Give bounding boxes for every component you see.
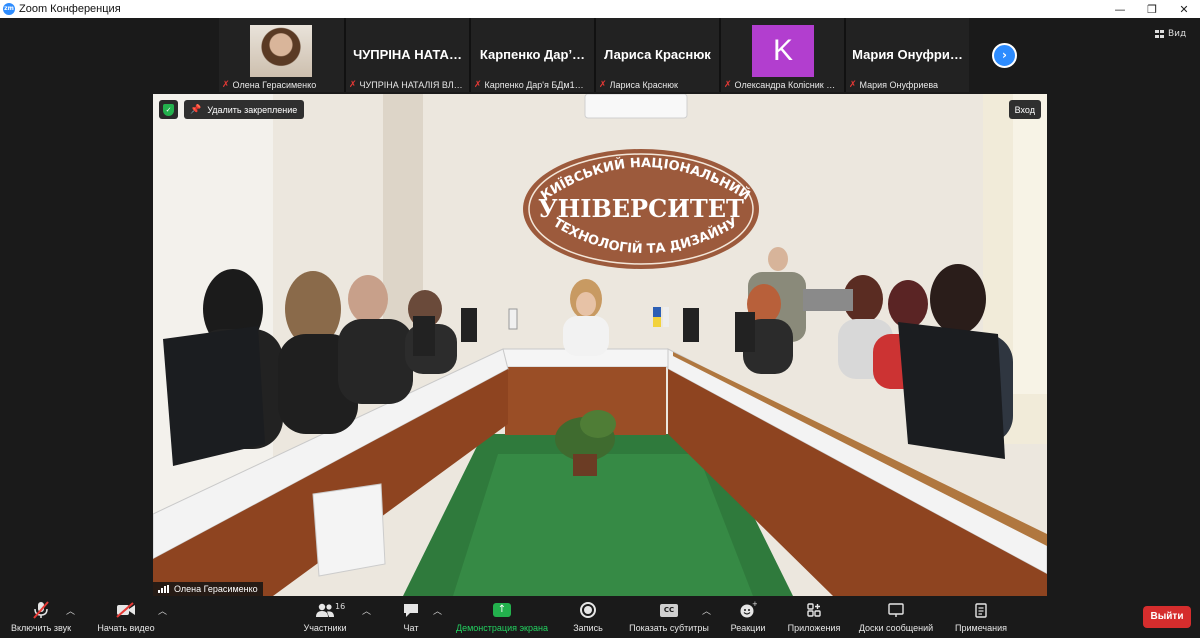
participants-label: Участники <box>303 623 347 633</box>
security-shield-icon[interactable]: ✓ <box>159 100 178 119</box>
participant-name: Лариса Краснюк <box>609 79 678 90</box>
captions-label: Показать субтитры <box>629 623 709 633</box>
chevron-up-icon[interactable]: ︿ <box>66 604 75 617</box>
leave-meeting-button[interactable]: Выйти <box>1143 606 1191 628</box>
reactions-icon: + <box>739 597 757 623</box>
grid-view-icon <box>1155 30 1164 38</box>
record-button[interactable]: Запись <box>571 597 605 638</box>
share-screen-label: Демонстрация экрана <box>456 623 548 633</box>
whiteboards-button[interactable]: Доски сообщений <box>854 597 938 638</box>
participant-name-bar: ✗ Олена Герасименко <box>219 77 344 92</box>
restore-button[interactable]: ❐ <box>1136 0 1168 18</box>
chevron-up-icon[interactable]: ︿ <box>702 604 711 617</box>
unpin-button[interactable]: 📌 Удалить закрепление <box>184 100 305 119</box>
participant-name: ЧУПРІНА НАТАЛІЯ ВЛ… <box>359 79 463 90</box>
notes-button[interactable]: Примечания <box>951 597 1011 638</box>
participant-thumbnail[interactable]: Карпенко Дар’… ✗ Карпенко Дар'я БДм1… <box>469 18 594 92</box>
next-page-button[interactable]: › <box>992 43 1017 68</box>
share-screen-icon: ↑ <box>493 597 511 623</box>
participant-display-name: Лариса Краснюк <box>604 47 711 62</box>
main-video[interactable]: КИЇВСЬКИЙ НАЦІОНАЛЬНИЙ УНІВЕРСИТЕТ ТЕХНО… <box>153 94 1047 596</box>
apps-icon <box>806 597 822 623</box>
participant-name-bar: ✗ Карпенко Дар'я БДм1… <box>471 77 594 92</box>
participant-name: Олександра Колісник … <box>734 79 836 90</box>
start-video-button[interactable]: Начать видео <box>96 597 156 638</box>
window-title: Zoom Конференция <box>19 3 121 15</box>
participant-thumbnail[interactable]: Мария Онуфри… ✗ Мария Онуфриева <box>844 18 969 92</box>
mic-muted-icon: ✗ <box>474 79 482 90</box>
participant-name-bar: ✗ Олександра Колісник … <box>721 77 844 92</box>
record-label: Запись <box>573 623 603 633</box>
participants-button[interactable]: 16 Участники <box>300 597 350 638</box>
mic-muted-icon: ✗ <box>599 79 607 90</box>
participant-thumbnail[interactable]: Лариса Краснюк ✗ Лариса Краснюк <box>594 18 719 92</box>
share-screen-button[interactable]: ↑ Демонстрация экрана <box>452 597 552 638</box>
close-window-button[interactable]: ✕ <box>1168 0 1200 18</box>
view-button-label: Вид <box>1168 29 1187 39</box>
participant-display-name: Мария Онуфри… <box>852 47 963 62</box>
speaker-name: Олена Герасименко <box>174 584 258 594</box>
mic-muted-icon: ✗ <box>349 79 357 90</box>
participant-name-bar: ✗ ЧУПРІНА НАТАЛІЯ ВЛ… <box>346 77 469 92</box>
participant-display-name: ЧУПРІНА НАТА… <box>353 47 462 62</box>
unpin-label: Удалить закрепление <box>207 104 298 115</box>
chevron-right-icon: › <box>1002 48 1007 62</box>
chat-label: Чат <box>403 623 419 633</box>
reactions-button[interactable]: + Реакции <box>728 597 768 638</box>
mic-muted-icon <box>33 597 49 623</box>
window-controls: — ❐ ✕ <box>1104 0 1200 18</box>
start-video-label: Начать видео <box>97 623 155 633</box>
captions-button[interactable]: CC Показать субтитры <box>626 597 712 638</box>
chevron-up-icon[interactable]: ︿ <box>158 604 167 617</box>
participant-display-name: Карпенко Дар’… <box>479 47 586 62</box>
minimize-button[interactable]: — <box>1104 0 1136 18</box>
window-title-bar: zm Zoom Конференция — ❐ ✕ <box>0 0 1200 18</box>
participant-name: Олена Герасименко <box>232 79 317 90</box>
mic-muted-icon: ✗ <box>724 79 732 90</box>
speaker-name-tag: Олена Герасименко <box>153 582 263 596</box>
captions-icon: CC <box>660 597 678 623</box>
participant-thumbnail[interactable]: ЧУПРІНА НАТА… ✗ ЧУПРІНА НАТАЛІЯ ВЛ… <box>344 18 469 92</box>
chat-icon <box>402 597 420 623</box>
participant-video <box>250 25 312 77</box>
mic-muted-icon: ✗ <box>849 79 857 90</box>
chevron-up-icon[interactable]: ︿ <box>433 604 442 617</box>
whiteboards-label: Доски сообщений <box>858 623 934 633</box>
participant-name: Карпенко Дар'я БДм1… <box>484 79 584 90</box>
signal-bars-icon <box>158 585 170 593</box>
reactions-label: Реакции <box>730 623 766 633</box>
participant-name-bar: ✗ Лариса Краснюк <box>596 77 719 92</box>
notes-label: Примечания <box>955 623 1007 633</box>
meeting-toolbar: Включить звук ︿ Начать видео ︿ 16 Участн… <box>0 597 1200 638</box>
record-icon <box>580 597 596 623</box>
chevron-up-icon[interactable]: ︿ <box>362 604 371 617</box>
participant-name: Мария Онуфриева <box>859 79 939 90</box>
video-off-icon <box>116 597 136 623</box>
participant-avatar: K <box>752 25 814 77</box>
whiteboard-icon <box>887 597 905 623</box>
enter-button[interactable]: Вход <box>1008 100 1041 119</box>
unmute-button[interactable]: Включить звук <box>8 597 74 638</box>
chat-button[interactable]: Чат <box>399 597 423 638</box>
participant-thumbnail[interactable]: K ✗ Олександра Колісник … <box>719 18 844 92</box>
mic-muted-icon: ✗ <box>222 79 230 90</box>
unmute-label: Включить звук <box>10 623 72 633</box>
participant-thumbnail[interactable]: ✗ Олена Герасименко <box>219 18 344 92</box>
zoom-logo-icon: zm <box>3 3 15 15</box>
sign-middle-text: УНІВЕРСИТЕТ <box>538 194 744 223</box>
svg-text:+: + <box>752 601 757 608</box>
notes-icon <box>974 597 988 623</box>
pin-icon: 📌 <box>190 104 202 114</box>
participant-name-bar: ✗ Мария Онуфриева <box>846 77 969 92</box>
apps-button[interactable]: Приложения <box>784 597 844 638</box>
conference-room-scene: КИЇВСЬКИЙ НАЦІОНАЛЬНИЙ УНІВЕРСИТЕТ ТЕХНО… <box>153 94 1047 596</box>
participants-count: 16 <box>335 602 346 611</box>
apps-label: Приложения <box>787 623 841 633</box>
participant-thumbnail-strip: ✗ Олена Герасименко ЧУПРІНА НАТА… ✗ ЧУПР… <box>219 18 969 92</box>
view-button[interactable]: Вид <box>1155 27 1186 41</box>
participants-icon: 16 <box>315 597 345 623</box>
